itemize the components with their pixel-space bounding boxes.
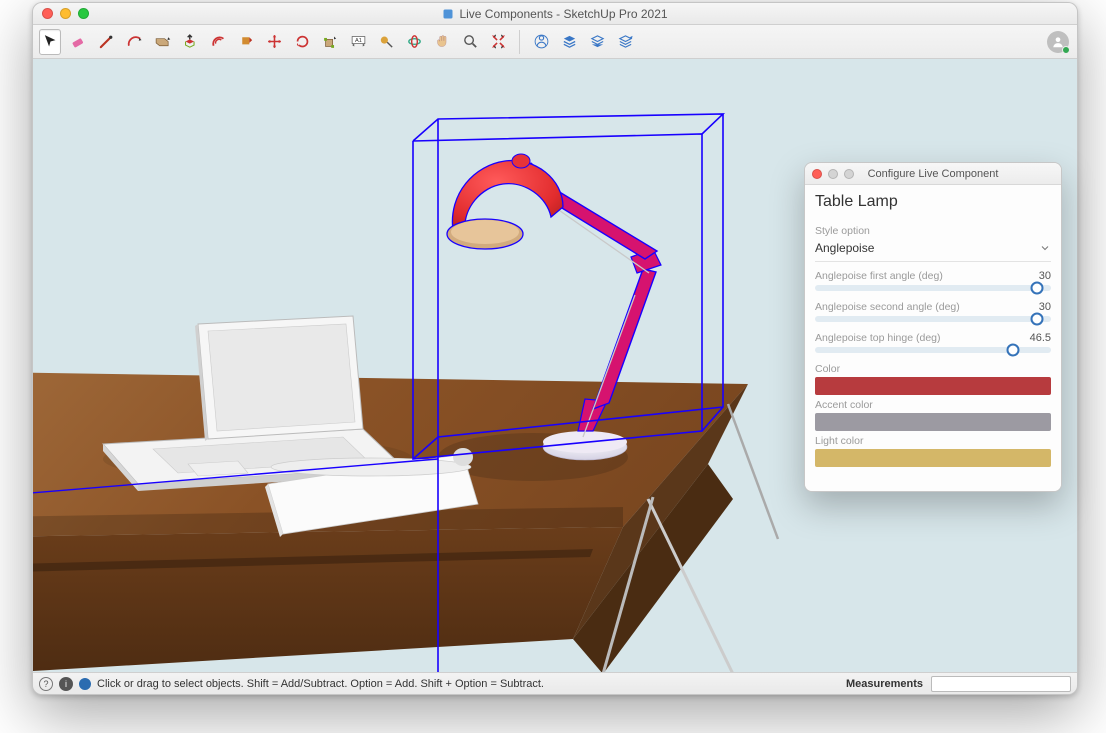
svg-text:A1: A1 — [355, 38, 362, 44]
window-title: Live Components - SketchUp Pro 2021 — [33, 7, 1077, 21]
scale-tool[interactable] — [319, 29, 341, 55]
instructor-icon[interactable] — [79, 678, 91, 690]
traffic-lights — [33, 8, 89, 19]
zoom-window-button[interactable] — [78, 8, 89, 19]
layers-tool-2[interactable] — [586, 29, 608, 55]
slider-row: Anglepoise second angle (deg) 30 — [815, 301, 1051, 322]
slider-label: Anglepoise first angle (deg) — [815, 270, 943, 282]
status-bar: ? i Click or drag to select objects. Shi… — [33, 672, 1077, 694]
slider-thumb[interactable] — [1030, 282, 1043, 295]
zoom-extents-tool[interactable] — [487, 29, 509, 55]
slider-thumb[interactable] — [1030, 313, 1043, 326]
layers-tool-3[interactable] — [614, 29, 636, 55]
orbit-tool[interactable] — [403, 29, 425, 55]
color-label: Color — [815, 363, 1051, 375]
style-option-value: Anglepoise — [815, 241, 874, 255]
slider-row: Anglepoise top hinge (deg) 46.5 — [815, 332, 1051, 353]
arc-tool[interactable] — [123, 29, 145, 55]
app-icon — [442, 8, 454, 20]
panel-close-button[interactable] — [812, 169, 822, 179]
layers-tool-1[interactable] — [558, 29, 580, 55]
measurements-label: Measurements — [846, 678, 923, 690]
color-swatch[interactable] — [815, 377, 1051, 395]
rectangle-tool[interactable] — [151, 29, 173, 55]
style-option-dropdown[interactable]: Anglepoise — [815, 239, 1051, 262]
window-titlebar: Live Components - SketchUp Pro 2021 — [33, 3, 1077, 25]
main-toolbar: A1 — [33, 25, 1077, 59]
panel-titlebar[interactable]: Configure Live Component — [805, 163, 1061, 185]
zoom-tool[interactable] — [459, 29, 481, 55]
toolbar-separator — [519, 30, 520, 54]
slider-track[interactable] — [815, 316, 1051, 322]
move-tool[interactable] — [263, 29, 285, 55]
user-status-badge — [1062, 46, 1070, 54]
dimension-tool[interactable]: A1 — [347, 29, 369, 55]
select-tool[interactable] — [39, 29, 61, 55]
window-title-text: Live Components - SketchUp Pro 2021 — [459, 7, 667, 21]
color-swatch[interactable] — [815, 449, 1051, 467]
slider-label: Anglepoise top hinge (deg) — [815, 332, 941, 344]
slider-value: 30 — [1039, 301, 1051, 313]
slider-row: Anglepoise first angle (deg) 30 — [815, 270, 1051, 291]
slider-value: 30 — [1039, 270, 1051, 282]
slider-label: Anglepoise second angle (deg) — [815, 301, 960, 313]
color-label: Accent color — [815, 399, 1051, 411]
panel-zoom-button[interactable] — [844, 169, 854, 179]
info-icon[interactable]: i — [59, 677, 73, 691]
measurements-input[interactable] — [931, 676, 1071, 692]
status-hint: Click or drag to select objects. Shift =… — [97, 678, 544, 690]
minimize-window-button[interactable] — [60, 8, 71, 19]
close-window-button[interactable] — [42, 8, 53, 19]
warehouse-tool[interactable] — [530, 29, 552, 55]
color-label: Light color — [815, 435, 1051, 447]
offset-tool[interactable] — [207, 29, 229, 55]
slider-track[interactable] — [815, 285, 1051, 291]
user-avatar[interactable] — [1047, 31, 1069, 53]
help-icon[interactable]: ? — [39, 677, 53, 691]
configure-live-component-panel: Configure Live Component Table Lamp Styl… — [804, 162, 1062, 492]
eraser-tool[interactable] — [67, 29, 89, 55]
line-tool[interactable] — [95, 29, 117, 55]
color-swatch[interactable] — [815, 413, 1051, 431]
slider-value: 46.5 — [1030, 332, 1051, 344]
panel-minimize-button[interactable] — [828, 169, 838, 179]
rotate-tool[interactable] — [291, 29, 313, 55]
paint-bucket-tool[interactable] — [235, 29, 257, 55]
component-name-heading: Table Lamp — [815, 185, 1051, 225]
pushpull-tool[interactable] — [179, 29, 201, 55]
tape-measure-tool[interactable] — [375, 29, 397, 55]
chevron-down-icon — [1039, 242, 1051, 254]
pan-tool[interactable] — [431, 29, 453, 55]
style-option-label: Style option — [815, 225, 1051, 237]
slider-thumb[interactable] — [1007, 344, 1020, 357]
slider-track[interactable] — [815, 347, 1051, 353]
